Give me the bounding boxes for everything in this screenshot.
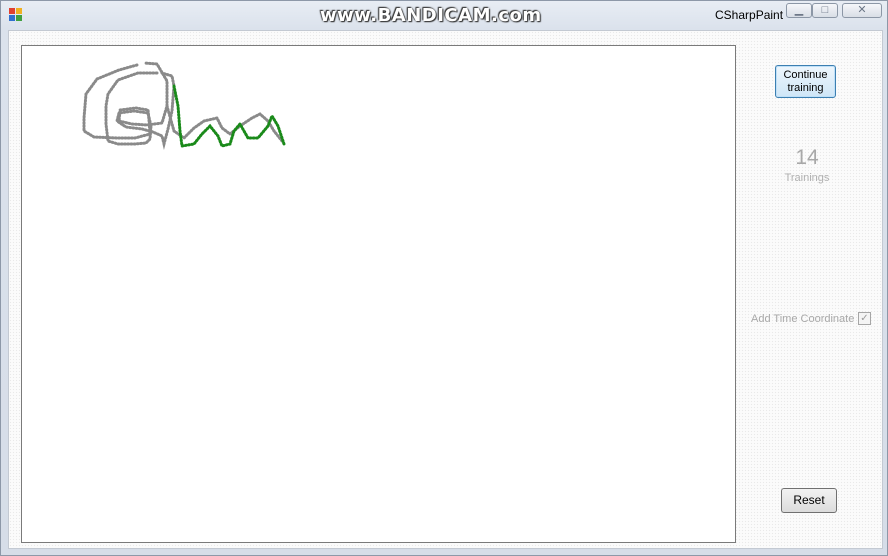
training-count-label: Trainings [784, 172, 830, 184]
close-icon: ✕ [857, 4, 867, 16]
stroke-layer [82, 61, 286, 150]
maximize-button[interactable]: □ [812, 3, 838, 18]
minimize-button[interactable]: ▁ [786, 3, 812, 18]
close-button[interactable]: ✕ [842, 3, 882, 18]
reset-button[interactable]: Reset [781, 488, 837, 513]
app-icon [9, 8, 22, 21]
title-bar[interactable]: www.BANDICAM.com CSharpPaint ▁ □ ✕ [1, 1, 887, 28]
reference-stroke-tail [165, 104, 284, 143]
time-coordinate-checkbox[interactable]: ✓ [858, 312, 871, 325]
time-coordinate-label: Add Time Coordinate [751, 313, 855, 325]
training-count: 14 [795, 146, 819, 169]
recording-watermark: www.BANDICAM.com [320, 5, 542, 26]
minimize-icon: ▁ [794, 4, 804, 16]
continue-training-button[interactable]: Continue training [775, 65, 836, 98]
maximize-icon: □ [821, 4, 829, 16]
window-title: CSharpPaint [715, 8, 784, 22]
app-window: www.BANDICAM.com CSharpPaint ▁ □ ✕ Conti… [0, 0, 888, 556]
drawn-stroke-tail [172, 84, 286, 148]
checkmark-icon: ✓ [860, 313, 869, 324]
drawing-canvas[interactable] [21, 45, 736, 543]
